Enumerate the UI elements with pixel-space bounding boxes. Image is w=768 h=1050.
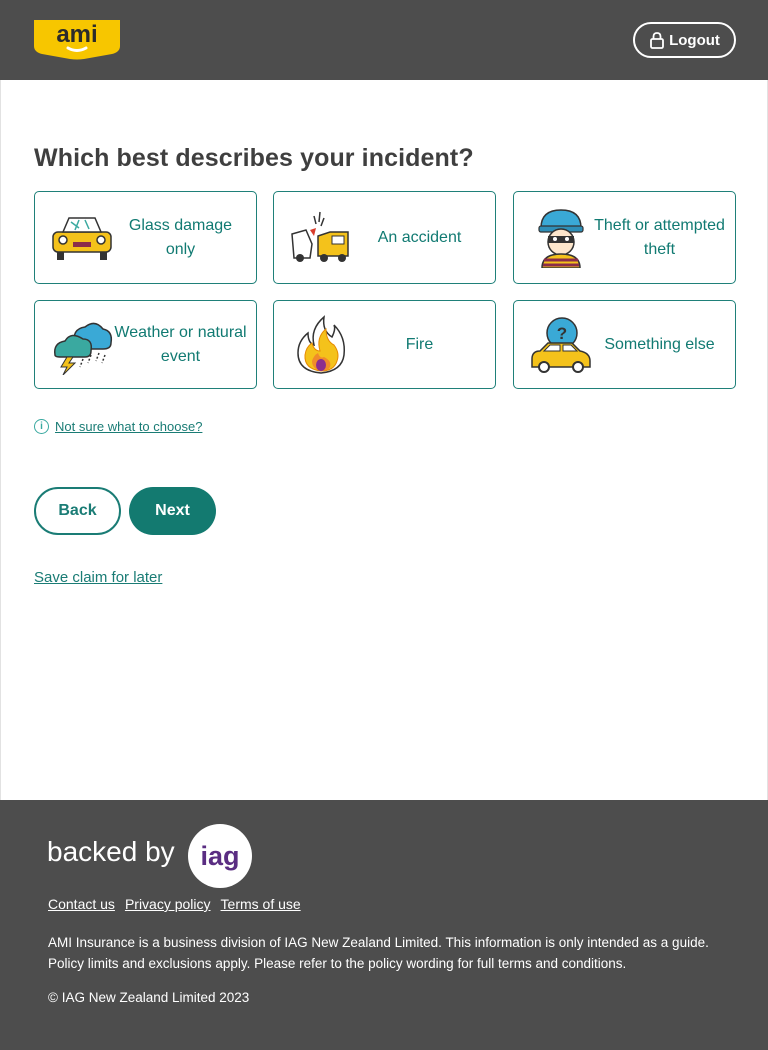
- copyright-text: © IAG New Zealand Limited 2023: [48, 990, 250, 1005]
- option-fire[interactable]: Fire: [273, 300, 496, 389]
- thief-icon: [528, 208, 594, 268]
- terms-of-use-link[interactable]: Terms of use: [221, 896, 301, 912]
- car-glass-icon: [49, 208, 115, 268]
- logout-label: Logout: [669, 31, 720, 49]
- option-theft[interactable]: Theft or attempted theft: [513, 191, 736, 284]
- fire-icon: [288, 315, 354, 375]
- logout-button[interactable]: Logout: [633, 22, 736, 58]
- option-label: Glass damage only: [128, 216, 233, 258]
- backed-by-text: backed by: [47, 836, 175, 867]
- car-question-icon: ?: [528, 315, 594, 375]
- option-accident[interactable]: An accident: [273, 191, 496, 284]
- option-weather[interactable]: Weather or natural event: [34, 300, 257, 389]
- option-label: Theft or attempted theft: [594, 216, 725, 258]
- back-button[interactable]: Back: [34, 487, 121, 535]
- iag-logo-text: iag: [200, 840, 240, 871]
- option-something-else[interactable]: ? Something else: [513, 300, 736, 389]
- help-link-text: Not sure what to choose?: [55, 419, 203, 434]
- svg-text:ami: ami: [56, 21, 97, 48]
- save-claim-link[interactable]: Save claim for later: [34, 569, 162, 586]
- footer: backed by iag Contact us Privacy policy …: [0, 800, 768, 1050]
- option-glass-damage[interactable]: Glass damage only: [34, 191, 257, 284]
- not-sure-help-link[interactable]: i Not sure what to choose?: [34, 419, 202, 434]
- option-label: Something else: [604, 335, 715, 353]
- lock-icon: [650, 32, 664, 49]
- option-label: Weather or natural event: [114, 323, 247, 365]
- contact-us-link[interactable]: Contact us: [48, 896, 115, 912]
- option-label: Fire: [405, 335, 434, 353]
- header: ami Logout: [0, 0, 768, 80]
- footer-links: Contact us Privacy policy Terms of use: [48, 896, 301, 912]
- main-content: Which best describes your incident? Glas…: [0, 80, 768, 800]
- page-title: Which best describes your incident?: [34, 144, 474, 172]
- ami-logo[interactable]: ami: [32, 18, 122, 60]
- privacy-policy-link[interactable]: Privacy policy: [125, 896, 211, 912]
- disclaimer-text: AMI Insurance is a business division of …: [48, 935, 709, 971]
- iag-logo[interactable]: iag: [188, 824, 252, 888]
- info-icon: i: [34, 419, 49, 434]
- next-button[interactable]: Next: [129, 487, 216, 535]
- svg-text:?: ?: [557, 324, 567, 343]
- car-accident-icon: [288, 208, 354, 268]
- storm-cloud-icon: [49, 315, 115, 375]
- option-label: An accident: [377, 228, 462, 246]
